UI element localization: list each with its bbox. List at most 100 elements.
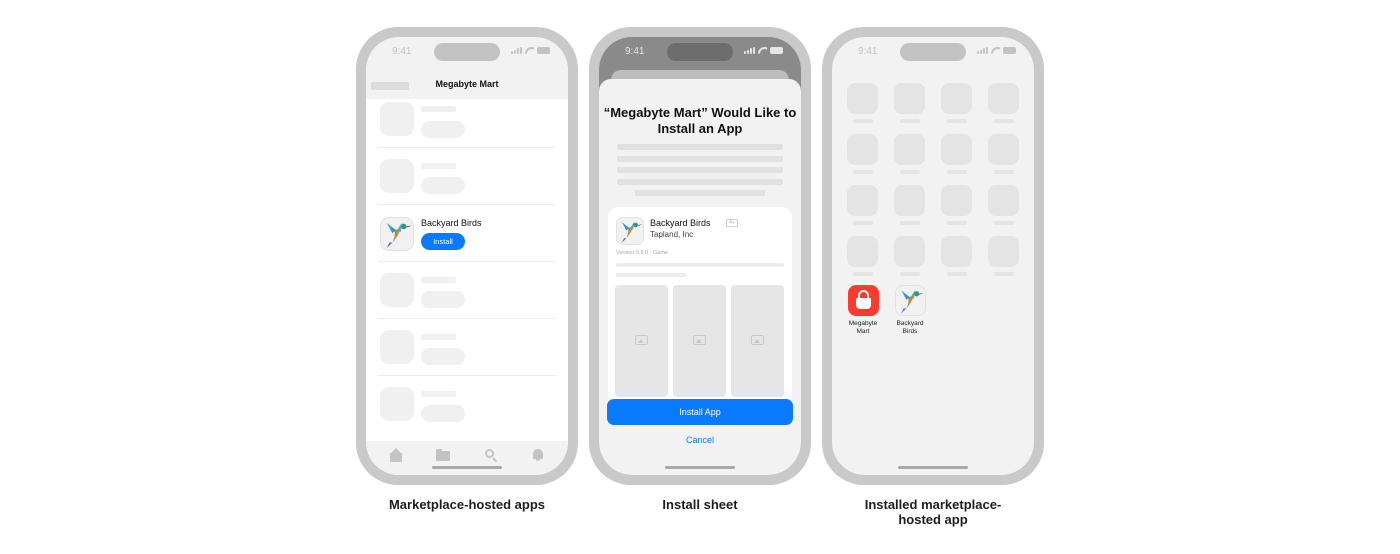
signal-icon [977, 47, 988, 54]
age-rating-badge: 4+ [726, 219, 738, 227]
placeholder-button [421, 291, 465, 308]
app-list: Backyard Birds Install [366, 99, 568, 441]
phone-home-screen: 9:41 Megabyte Mart Backyard Birds [822, 27, 1044, 485]
version-info: Version 5.5.0 · Game [616, 250, 668, 256]
caption-install-sheet: Install sheet [662, 497, 738, 512]
install-sheet: “Megabyte Mart” Would Like to Install an… [599, 79, 801, 475]
install-app-button[interactable]: Install App [607, 399, 793, 425]
placeholder-button [421, 348, 465, 365]
app-megabyte-mart[interactable]: Megabyte Mart [843, 285, 883, 335]
wifi-icon [991, 47, 1000, 54]
bell-icon[interactable] [531, 448, 545, 462]
placeholder-app-icon [847, 83, 878, 123]
app-name: Backyard Birds [650, 218, 711, 228]
dynamic-island [667, 43, 733, 61]
placeholder-line [616, 273, 686, 277]
battery-icon [1003, 47, 1016, 54]
list-item[interactable] [378, 148, 556, 205]
placeholder-button [421, 177, 465, 194]
placeholder-app-icon [894, 134, 925, 174]
dynamic-island [434, 43, 500, 61]
phone-install-sheet: 9:41 “Megabyte Mart” Would Like to Insta… [589, 27, 811, 485]
phone-marketplace: 9:41 Megabyte Mart Backyard Birds Instal… [356, 27, 578, 485]
placeholder-app-icon [988, 134, 1019, 174]
app-label: Backyard Birds [896, 320, 924, 335]
image-icon [751, 335, 764, 345]
placeholder-icon [380, 159, 414, 193]
folder-icon[interactable] [436, 448, 451, 462]
navigation-bar: Megabyte Mart [366, 67, 568, 99]
wifi-icon [525, 47, 534, 54]
placeholder-button [421, 121, 465, 138]
phone-screen: 9:41 “Megabyte Mart” Would Like to Insta… [599, 37, 801, 475]
placeholder-app-icon [988, 185, 1019, 225]
placeholder-line [421, 277, 456, 283]
placeholder-button [421, 405, 465, 422]
list-item[interactable] [378, 319, 556, 376]
app-backyard-birds[interactable]: Backyard Birds [890, 285, 930, 335]
sheet-title: “Megabyte Mart” Would Like to Install an… [603, 105, 797, 136]
developer-name: Tapland, Inc [650, 230, 694, 239]
placeholder-app-icon [847, 236, 878, 276]
hummingbird-icon [894, 285, 926, 316]
home-indicator [432, 466, 502, 469]
placeholder-icon [380, 273, 414, 307]
list-item[interactable] [378, 262, 556, 319]
phone-screen: 9:41 Megabyte Mart Backyard Birds Instal… [366, 37, 568, 475]
app-name: Backyard Birds [421, 218, 482, 228]
signal-icon [744, 47, 755, 54]
placeholder-line [421, 391, 456, 397]
cancel-button[interactable]: Cancel [599, 435, 801, 445]
placeholder-app-icon [988, 83, 1019, 123]
placeholder-line [421, 163, 456, 169]
placeholder-app-icon [941, 185, 972, 225]
screenshot-placeholder [615, 285, 668, 397]
placeholder-icon [380, 330, 414, 364]
placeholder-app-icon [941, 236, 972, 276]
status-icons [977, 47, 1016, 54]
search-icon[interactable] [484, 448, 498, 463]
nav-title: Megabyte Mart [435, 79, 499, 89]
description-placeholder [617, 144, 783, 202]
status-time: 9:41 [392, 46, 412, 57]
placeholder-icon [380, 102, 414, 136]
battery-icon [537, 47, 550, 54]
placeholder-icon [380, 387, 414, 421]
placeholder-app-icon [941, 134, 972, 174]
placeholder-app-icon [894, 236, 925, 276]
list-item-backyard-birds[interactable]: Backyard Birds Install [378, 205, 556, 262]
list-item[interactable] [378, 376, 556, 433]
list-item[interactable] [378, 99, 556, 148]
home-indicator [665, 466, 735, 469]
caption-installed-app: Installed marketplace- hosted app [864, 497, 1002, 527]
placeholder-line [421, 106, 456, 112]
placeholder-app-icon [941, 83, 972, 123]
image-icon [635, 335, 648, 345]
caption-marketplace: Marketplace-hosted apps [388, 497, 546, 512]
placeholder-line [421, 334, 456, 340]
tab-bar [366, 441, 568, 475]
status-icons [511, 47, 550, 54]
hummingbird-icon [616, 217, 644, 245]
placeholder-app-icon [988, 236, 1019, 276]
status-icons [744, 47, 783, 54]
shopping-basket-icon [847, 285, 879, 316]
image-icon [693, 335, 706, 345]
phone-screen: 9:41 Megabyte Mart Backyard Birds [832, 37, 1034, 475]
placeholder-app-icon [847, 185, 878, 225]
status-time: 9:41 [858, 46, 878, 57]
signal-icon [511, 47, 522, 54]
placeholder-app-icon [894, 185, 925, 225]
wifi-icon [758, 47, 767, 54]
placeholder-app-icon [894, 83, 925, 123]
home-icon[interactable] [388, 448, 403, 462]
install-button[interactable]: Install [421, 233, 465, 250]
home-indicator [898, 466, 968, 469]
app-label: Megabyte Mart [848, 320, 878, 335]
dynamic-island [900, 43, 966, 61]
screenshot-placeholder [731, 285, 784, 397]
status-time: 9:41 [625, 46, 645, 57]
placeholder-app-icon [847, 134, 878, 174]
battery-icon [770, 47, 783, 54]
hummingbird-icon [380, 217, 414, 251]
